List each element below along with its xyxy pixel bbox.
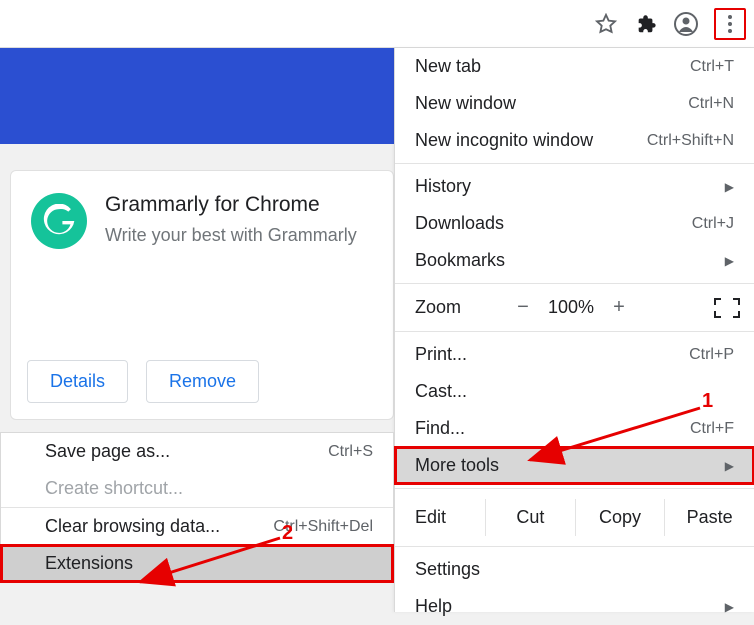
menu-item-label: Downloads xyxy=(415,213,692,234)
extension-card: Grammarly for Chrome Write your best wit… xyxy=(10,170,394,420)
menu-item-label: Help xyxy=(415,596,725,617)
menu-item-label: New window xyxy=(415,93,688,114)
details-button[interactable]: Details xyxy=(27,360,128,403)
menu-item-shortcut: Ctrl+Shift+N xyxy=(647,132,734,150)
menu-settings[interactable]: Settings xyxy=(395,551,754,588)
submenu-extensions[interactable]: Extensions xyxy=(1,545,393,582)
menu-item-label: Bookmarks xyxy=(415,250,725,271)
header-band xyxy=(0,48,394,144)
menu-zoom: Zoom − 100% + xyxy=(395,288,754,327)
menu-item-label: Find... xyxy=(415,418,690,439)
annotation-number-2: 2 xyxy=(282,522,293,545)
cut-button[interactable]: Cut xyxy=(485,499,575,536)
menu-help[interactable]: Help ▶ xyxy=(395,588,754,625)
menu-downloads[interactable]: Downloads Ctrl+J xyxy=(395,205,754,242)
menu-separator xyxy=(395,488,754,489)
chrome-main-menu: New tab Ctrl+T New window Ctrl+N New inc… xyxy=(394,48,754,612)
menu-new-incognito[interactable]: New incognito window Ctrl+Shift+N xyxy=(395,122,754,159)
menu-item-label: New incognito window xyxy=(415,130,647,151)
menu-separator xyxy=(395,546,754,547)
menu-separator xyxy=(395,283,754,284)
browser-toolbar xyxy=(0,0,754,48)
chevron-right-icon: ▶ xyxy=(725,459,734,473)
menu-item-label: Cast... xyxy=(415,381,734,402)
zoom-out-button[interactable]: − xyxy=(505,296,541,319)
copy-button[interactable]: Copy xyxy=(575,499,665,536)
menu-cast[interactable]: Cast... xyxy=(395,373,754,410)
submenu-item-label: Save page as... xyxy=(45,441,328,462)
profile-icon[interactable] xyxy=(674,12,698,36)
extension-subtitle: Write your best with Grammarly xyxy=(105,225,357,246)
submenu-save-page[interactable]: Save page as... Ctrl+S xyxy=(1,433,393,470)
zoom-label: Zoom xyxy=(415,297,505,318)
submenu-item-label: Clear browsing data... xyxy=(45,516,273,537)
remove-button[interactable]: Remove xyxy=(146,360,259,403)
annotation-number-1: 1 xyxy=(702,390,713,413)
chevron-right-icon: ▶ xyxy=(725,254,734,268)
submenu-item-label: Create shortcut... xyxy=(45,478,373,499)
menu-item-label: New tab xyxy=(415,56,690,77)
menu-item-shortcut: Ctrl+N xyxy=(688,95,734,113)
menu-item-shortcut: Ctrl+T xyxy=(690,58,734,76)
menu-edit-row: Edit Cut Copy Paste xyxy=(395,493,754,542)
zoom-value: 100% xyxy=(541,297,601,318)
edit-label: Edit xyxy=(415,507,485,528)
grammarly-logo-icon xyxy=(31,193,87,249)
paste-button[interactable]: Paste xyxy=(664,499,754,536)
menu-item-label: Print... xyxy=(415,344,689,365)
submenu-item-label: Extensions xyxy=(45,553,373,574)
zoom-in-button[interactable]: + xyxy=(601,296,637,319)
extension-title: Grammarly for Chrome xyxy=(105,193,357,217)
star-icon[interactable] xyxy=(594,12,618,36)
submenu-create-shortcut: Create shortcut... xyxy=(1,470,393,507)
submenu-clear-data[interactable]: Clear browsing data... Ctrl+Shift+Del xyxy=(1,508,393,545)
fullscreen-icon[interactable] xyxy=(714,298,740,318)
menu-item-shortcut: Ctrl+F xyxy=(690,420,734,438)
menu-item-shortcut: Ctrl+P xyxy=(689,346,734,364)
submenu-item-shortcut: Ctrl+S xyxy=(328,443,373,461)
menu-more-tools[interactable]: More tools ▶ xyxy=(395,447,754,484)
more-tools-submenu: Save page as... Ctrl+S Create shortcut..… xyxy=(0,432,394,583)
kebab-menu-icon[interactable] xyxy=(714,8,746,40)
menu-item-label: History xyxy=(415,176,725,197)
puzzle-icon[interactable] xyxy=(634,12,658,36)
menu-print[interactable]: Print... Ctrl+P xyxy=(395,336,754,373)
menu-item-label: Settings xyxy=(415,559,734,580)
menu-new-window[interactable]: New window Ctrl+N xyxy=(395,85,754,122)
menu-item-label: More tools xyxy=(415,455,725,476)
menu-bookmarks[interactable]: Bookmarks ▶ xyxy=(395,242,754,279)
menu-separator xyxy=(395,331,754,332)
chevron-right-icon: ▶ xyxy=(725,600,734,614)
menu-find[interactable]: Find... Ctrl+F xyxy=(395,410,754,447)
menu-history[interactable]: History ▶ xyxy=(395,168,754,205)
menu-new-tab[interactable]: New tab Ctrl+T xyxy=(395,48,754,85)
chevron-right-icon: ▶ xyxy=(725,180,734,194)
menu-item-shortcut: Ctrl+J xyxy=(692,215,734,233)
menu-separator xyxy=(395,163,754,164)
